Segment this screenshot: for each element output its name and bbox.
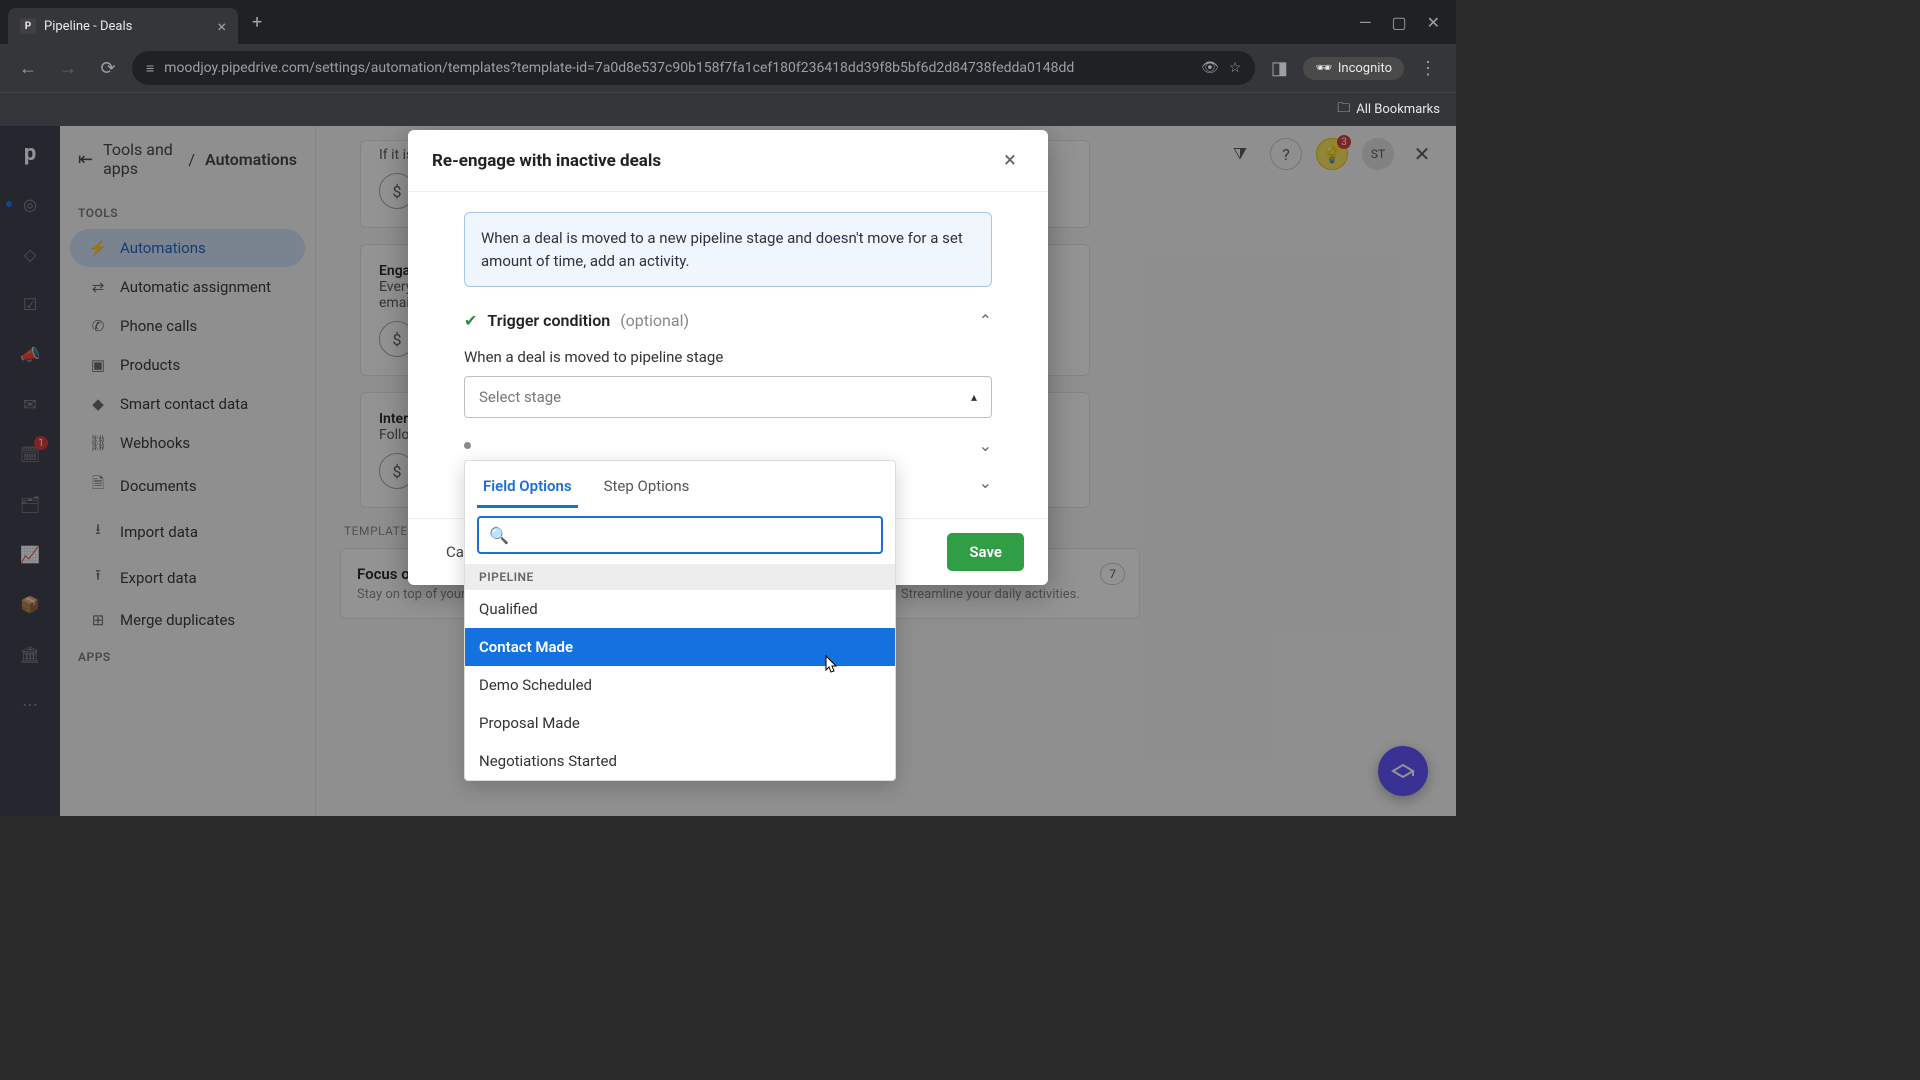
modal-header: Re-engage with inactive deals × [408,130,1048,192]
url-text: moodjoy.pipedrive.com/settings/automatio… [164,60,1191,76]
dropdown-search-input[interactable] [517,527,871,543]
tab-title: Pipeline - Deals [44,19,132,34]
bookmarks-bar: 🗀 All Bookmarks [0,92,1456,126]
dropdown-group-pipeline: PIPELINE [465,564,895,590]
close-window-button[interactable]: ✕ [1427,13,1440,32]
caret-up-icon: ▴ [971,390,977,404]
all-bookmarks-button[interactable]: All Bookmarks [1356,102,1440,117]
stage-dropdown: Field Options Step Options 🔍 PIPELINE Qu… [464,460,896,781]
tab-close-button[interactable]: × [217,17,226,36]
incognito-icon: 🕶 [1315,61,1332,76]
option-negotiations-started[interactable]: Negotiations Started [465,742,895,780]
tab-favicon: P [20,18,36,34]
bookmarks-folder-icon: 🗀 [1337,99,1350,121]
tab-field-options[interactable]: Field Options [477,467,578,508]
trigger-title: Trigger condition [487,311,610,330]
browser-tab-strip: P Pipeline - Deals × + — ▢ ✕ [0,0,1456,44]
chevron-down-icon: ⌄ [979,473,992,492]
optional-label: (optional) [620,311,689,330]
modal-overlay[interactable]: Re-engage with inactive deals × When a d… [0,126,1456,816]
visibility-off-icon[interactable]: 👁 [1201,60,1219,76]
minimize-button[interactable]: — [1359,13,1372,32]
dropdown-search[interactable]: 🔍 [477,516,883,554]
new-tab-button[interactable]: + [252,12,262,33]
window-controls: — ▢ ✕ [1359,13,1456,32]
browser-menu-button[interactable]: ⋮ [1412,52,1444,84]
incognito-badge[interactable]: 🕶 Incognito [1303,57,1404,80]
forward-button[interactable]: → [52,52,84,84]
search-icon: 🔍 [489,526,509,545]
option-qualified[interactable]: Qualified [465,590,895,628]
bullet-icon [464,442,471,449]
modal-close-button[interactable]: × [996,148,1024,173]
browser-toolbar: ← → ⟳ ≡ moodjoy.pipedrive.com/settings/a… [0,44,1456,92]
maximize-button[interactable]: ▢ [1391,13,1406,32]
side-panel-button[interactable]: ◨ [1263,52,1295,84]
stage-select[interactable]: Select stage ▴ [464,376,992,418]
option-proposal-made[interactable]: Proposal Made [465,704,895,742]
address-bar[interactable]: ≡ moodjoy.pipedrive.com/settings/automat… [132,51,1255,85]
chevron-down-icon: ⌄ [979,436,992,455]
bookmark-star-icon[interactable]: ☆ [1229,60,1242,76]
browser-tab[interactable]: P Pipeline - Deals × [8,8,238,44]
reload-button[interactable]: ⟳ [92,52,124,84]
select-placeholder: Select stage [479,388,561,406]
dropdown-tabs: Field Options Step Options [465,461,895,508]
tab-step-options[interactable]: Step Options [598,467,696,508]
modal-body: When a deal is moved to a new pipeline s… [408,192,1048,518]
save-button[interactable]: Save [947,533,1024,571]
modal: Re-engage with inactive deals × When a d… [408,130,1048,585]
trigger-condition-header[interactable]: ✔ Trigger condition (optional) ⌃ [464,311,992,330]
modal-title: Re-engage with inactive deals [432,151,661,171]
check-icon: ✔ [464,311,477,330]
back-button[interactable]: ← [12,52,44,84]
site-info-icon[interactable]: ≡ [146,60,154,77]
trigger-label: When a deal is moved to pipeline stage [464,348,992,366]
modal-intro-text: When a deal is moved to a new pipeline s… [464,212,992,287]
chevron-up-icon: ⌃ [979,311,992,330]
cursor-icon [820,654,840,678]
collapsed-section-1[interactable]: ⌄ [464,436,992,455]
